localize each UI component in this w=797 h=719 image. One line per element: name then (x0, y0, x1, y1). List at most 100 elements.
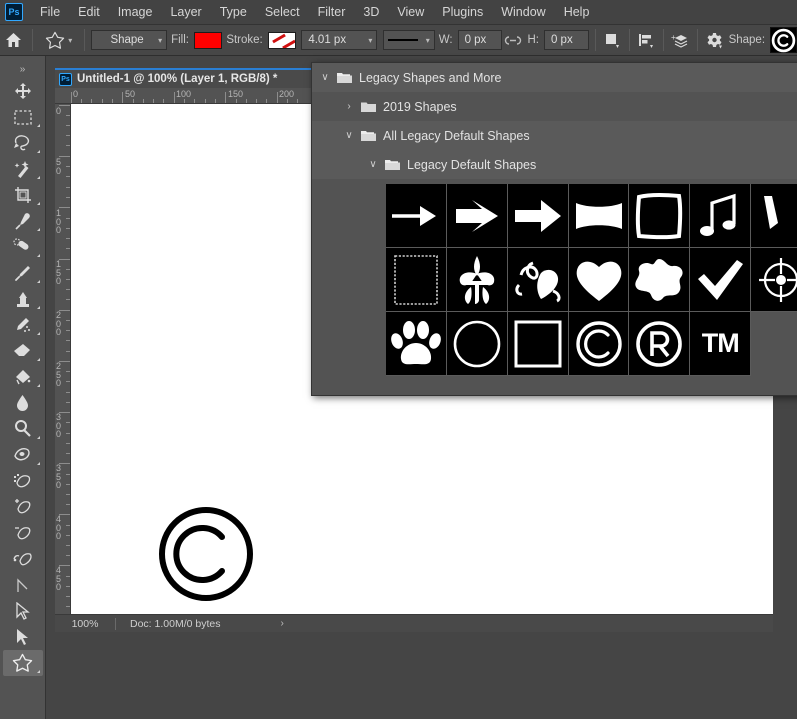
shape-cell-concave-rectangle[interactable] (568, 184, 630, 248)
tree-item-legacy-default-shapes[interactable]: ∨ Legacy Default Shapes (312, 150, 797, 179)
tree-item-2019-shapes[interactable]: › 2019 Shapes (312, 92, 797, 121)
dodge-tool[interactable] (3, 416, 43, 442)
eraser-tool[interactable] (3, 338, 43, 364)
path-operations-icon[interactable] (602, 28, 623, 52)
history-brush-tool[interactable] (3, 312, 43, 338)
rectangular-marquee-tool[interactable] (3, 104, 43, 130)
eyedropper-tool[interactable] (3, 208, 43, 234)
fill-color-swatch[interactable] (193, 31, 223, 49)
home-icon[interactable] (0, 32, 26, 48)
shape-cell-copyright[interactable] (568, 312, 630, 376)
freeform-pen-tool[interactable] (3, 468, 43, 494)
brush-tool[interactable] (3, 260, 43, 286)
shape-cell-chevron-arrow[interactable] (446, 184, 508, 248)
copyright-symbol-shape[interactable] (156, 504, 256, 604)
gradient-tool[interactable] (3, 364, 43, 390)
path-alignment-icon[interactable] (636, 28, 657, 52)
stroke-color-swatch[interactable] (267, 31, 297, 49)
lasso-tool[interactable] (3, 130, 43, 156)
folder-open-icon (361, 130, 376, 142)
ruler-h-label: 100 (176, 89, 192, 99)
zoom-level[interactable]: 100% (55, 618, 115, 630)
chevron-right-icon[interactable]: › (280, 618, 283, 629)
menu-layer[interactable]: Layer (161, 2, 210, 22)
shape-cell-circle-outline[interactable] (446, 312, 508, 376)
crop-tool[interactable] (3, 182, 43, 208)
tree-item-label: 2019 Shapes (383, 99, 457, 114)
pen-tool[interactable] (3, 442, 43, 468)
menu-select[interactable]: Select (256, 2, 309, 22)
tree-item-legacy-shapes-and-more[interactable]: ∨ Legacy Shapes and More (312, 63, 797, 92)
direct-selection-tool[interactable] (3, 624, 43, 650)
shape-cell-solid-arrow[interactable] (507, 184, 569, 248)
shape-grid-row (386, 248, 797, 312)
tree-item-all-legacy-default-shapes[interactable]: ∨ All Legacy Default Shapes (312, 121, 797, 150)
menu-type[interactable]: Type (211, 2, 256, 22)
delete-anchor-point-tool[interactable] (3, 520, 43, 546)
stroke-width-input[interactable]: 4.01 px ▾ (301, 30, 378, 50)
custom-shape-tool[interactable] (2, 650, 43, 676)
shape-cell-checkmark[interactable] (690, 248, 752, 312)
shape-mode-select[interactable]: Shape ▾ (91, 30, 168, 50)
chevron-down-icon[interactable]: ∨ (320, 72, 330, 83)
ruler-h-label: 200 (279, 89, 295, 99)
chevron-down-icon[interactable]: ∨ (344, 130, 354, 141)
object-selection-tool[interactable] (3, 156, 43, 182)
shape-cell-fleur-de-lis[interactable] (446, 248, 508, 312)
trademark-glyph: TM (701, 328, 740, 358)
menu-filter[interactable]: Filter (309, 2, 355, 22)
path-arrangement-icon[interactable]: + (670, 28, 691, 52)
document-tab-icon: Ps (59, 72, 72, 86)
shape-cell-music-note[interactable] (690, 184, 752, 248)
stroke-style-select[interactable]: ▾ (382, 30, 435, 50)
shape-cell-ornament-heart[interactable] (507, 248, 569, 312)
ruler-v-label: 450 (56, 565, 62, 592)
expand-toolbar-icon[interactable]: » (3, 60, 43, 78)
active-tool-preview[interactable]: ▾ (39, 31, 78, 50)
convert-point-tool[interactable] (3, 546, 43, 572)
gear-icon[interactable] (704, 28, 725, 52)
vertical-ruler[interactable]: 0 50 100 150 200 250 300 350 400 450 (55, 104, 71, 614)
menu-bar: Ps File Edit Image Layer Type Select Fil… (0, 0, 797, 24)
blur-tool[interactable] (3, 390, 43, 416)
chevron-right-icon[interactable]: › (344, 101, 354, 112)
shape-cell-splat-blob[interactable] (629, 248, 691, 312)
document-size-info: Doc: 1.00M/0 bytes (130, 617, 221, 630)
width-label: W: (438, 34, 453, 46)
menu-plugins[interactable]: Plugins (433, 2, 492, 22)
menu-help[interactable]: Help (555, 2, 599, 22)
photoshop-window: Ps File Edit Image Layer Type Select Fil… (0, 0, 797, 719)
path-line-tool[interactable] (3, 572, 43, 598)
tool-preset-caret-icon[interactable]: ▾ (68, 36, 72, 45)
menu-image[interactable]: Image (109, 2, 162, 22)
menu-3d[interactable]: 3D (354, 2, 388, 22)
menu-window[interactable]: Window (492, 2, 554, 22)
ruler-v-label: 100 (56, 208, 62, 235)
shape-cell-postage-stamp[interactable] (386, 248, 447, 312)
menu-view[interactable]: View (388, 2, 433, 22)
add-anchor-point-tool[interactable] (3, 494, 43, 520)
shape-cell-trademark[interactable]: TM (690, 312, 752, 376)
shape-cell-square-outline[interactable] (507, 312, 569, 376)
shape-cell-blank[interactable] (751, 312, 797, 376)
shape-cell-ribbon[interactable] (751, 184, 797, 248)
link-chain-icon[interactable] (502, 28, 523, 52)
spot-healing-brush-tool[interactable] (3, 234, 43, 260)
shape-preview-thumbnail[interactable] (770, 27, 797, 53)
document-tab[interactable]: Ps Untitled-1 @ 100% (Layer 1, RGB/8) * (55, 68, 313, 88)
shape-cell-thin-arrow[interactable] (386, 184, 447, 248)
clone-stamp-tool[interactable] (3, 286, 43, 312)
width-input[interactable]: 0 px (457, 30, 503, 50)
height-input[interactable]: 0 px (543, 30, 589, 50)
shape-cell-square-frame[interactable] (629, 184, 691, 248)
menu-edit[interactable]: Edit (69, 2, 109, 22)
path-selection-tool[interactable] (3, 598, 43, 624)
tree-item-label: Legacy Default Shapes (407, 157, 537, 172)
shape-cell-paw-print[interactable] (386, 312, 447, 376)
shape-cell-crosshair-target[interactable] (751, 248, 797, 312)
shape-cell-heart[interactable] (568, 248, 630, 312)
menu-file[interactable]: File (31, 2, 69, 22)
move-tool[interactable] (3, 78, 43, 104)
shape-cell-registered-trademark[interactable] (629, 312, 691, 376)
chevron-down-icon[interactable]: ∨ (368, 159, 378, 170)
